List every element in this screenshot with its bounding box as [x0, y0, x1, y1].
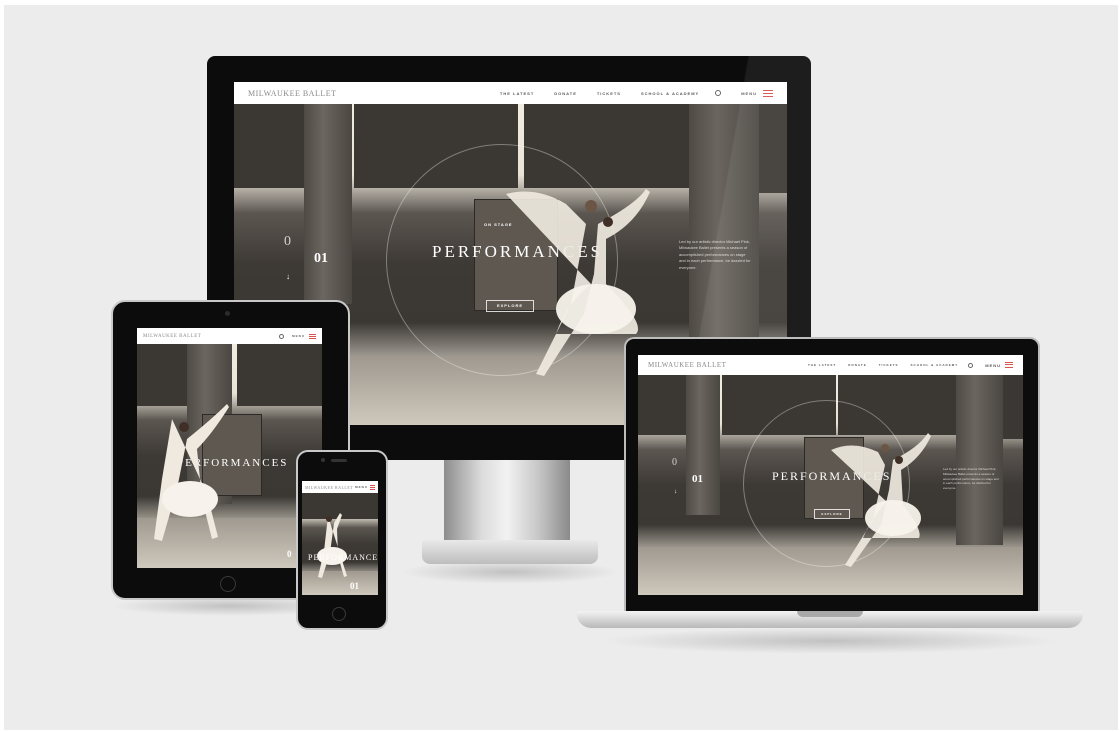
device-mockup-stage: MILWAUKEE BALLET THE LATEST DONATE TICKE…: [0, 0, 1120, 732]
brick-pillar: [304, 104, 352, 304]
brick-pillar: [956, 375, 1003, 545]
nav-link-tickets[interactable]: TICKETS: [597, 91, 621, 96]
slide-number: 01: [314, 251, 328, 266]
nav-link-tickets[interactable]: TICKETS: [879, 363, 899, 367]
scroll-down-arrow-icon[interactable]: ↓: [286, 272, 290, 281]
phone-nav-actions: MENU: [355, 484, 375, 490]
laptop-navbar: MILWAUKEE BALLET THE LATEST DONATE TICKE…: [638, 355, 1023, 375]
phone-home-button[interactable]: [332, 607, 346, 621]
phone-screen: MILWAUKEE BALLET MENU PERFORMANCES 01: [302, 481, 378, 595]
tablet-nav-actions: MENU: [279, 333, 316, 339]
phone-slide-number: 01: [350, 581, 359, 591]
warehouse-window: [237, 344, 322, 406]
brick-pillar: [686, 375, 720, 515]
tablet-screen: MILWAUKEE BALLET MENU PERFORMANCES 0: [137, 328, 322, 568]
slide-zero: 0: [284, 234, 291, 249]
nav-links: THE LATEST DONATE TICKETS SCHOOL & ACADE…: [808, 362, 1013, 368]
tablet-camera: [225, 311, 230, 316]
slide-zero: 0: [672, 457, 677, 468]
hamburger-icon[interactable]: [370, 484, 375, 490]
phone-camera: [321, 458, 325, 462]
tablet-slide-number: 0: [287, 549, 292, 559]
laptop-shadow: [600, 628, 1060, 654]
tablet-navbar: MILWAUKEE BALLET MENU: [137, 328, 322, 344]
warehouse-window: [1003, 375, 1023, 439]
tablet-home-button[interactable]: [220, 576, 236, 592]
warehouse-window: [234, 104, 308, 188]
dancers-illustration: [154, 404, 229, 541]
brand-logo[interactable]: MILWAUKEE BALLET: [143, 334, 201, 339]
phone-hero: PERFORMANCES 01: [302, 493, 378, 595]
hamburger-icon[interactable]: [309, 333, 316, 339]
search-icon[interactable]: [968, 362, 974, 368]
search-icon[interactable]: [279, 333, 285, 339]
phone-speaker: [331, 459, 347, 462]
dancers-illustration: [317, 513, 347, 578]
warehouse-window: [638, 375, 690, 435]
brand-logo[interactable]: MILWAUKEE BALLET: [648, 361, 726, 369]
hero-blurb: Led by our artistic director Michael Pin…: [943, 467, 999, 491]
menu-label[interactable]: MENU: [355, 485, 368, 489]
brand-logo[interactable]: MILWAUKEE BALLET: [305, 485, 353, 490]
laptop-hero: 0 01 ↓ PERFORMANCES EXPLORE Led by our a…: [638, 375, 1023, 595]
nav-link-donate[interactable]: DONATE: [848, 363, 866, 367]
hamburger-icon[interactable]: [1005, 362, 1013, 368]
nav-link-donate[interactable]: DONATE: [554, 91, 577, 96]
brand-logo[interactable]: MILWAUKEE BALLET: [248, 89, 337, 98]
imac-stand-foot: [422, 540, 598, 564]
menu-label[interactable]: MENU: [292, 334, 305, 338]
laptop-screen: MILWAUKEE BALLET THE LATEST DONATE TICKE…: [638, 355, 1023, 595]
dancers-illustration: [831, 433, 931, 567]
warehouse-window: [137, 344, 191, 406]
menu-label[interactable]: MENU: [985, 363, 1001, 368]
slide-number: 01: [692, 473, 703, 485]
nav-link-latest[interactable]: THE LATEST: [500, 91, 534, 96]
tablet-hero: PERFORMANCES 0: [137, 344, 322, 568]
laptop-notch: [797, 611, 863, 617]
phone-navbar: MILWAUKEE BALLET MENU: [302, 481, 378, 493]
nav-link-school[interactable]: SCHOOL & ACADEMY: [911, 363, 959, 367]
scroll-down-arrow-icon[interactable]: ↓: [674, 489, 677, 495]
phone-hero-title: PERFORMANCES: [308, 553, 378, 562]
imac-stand-neck: [444, 460, 570, 540]
nav-link-latest[interactable]: THE LATEST: [808, 363, 836, 367]
